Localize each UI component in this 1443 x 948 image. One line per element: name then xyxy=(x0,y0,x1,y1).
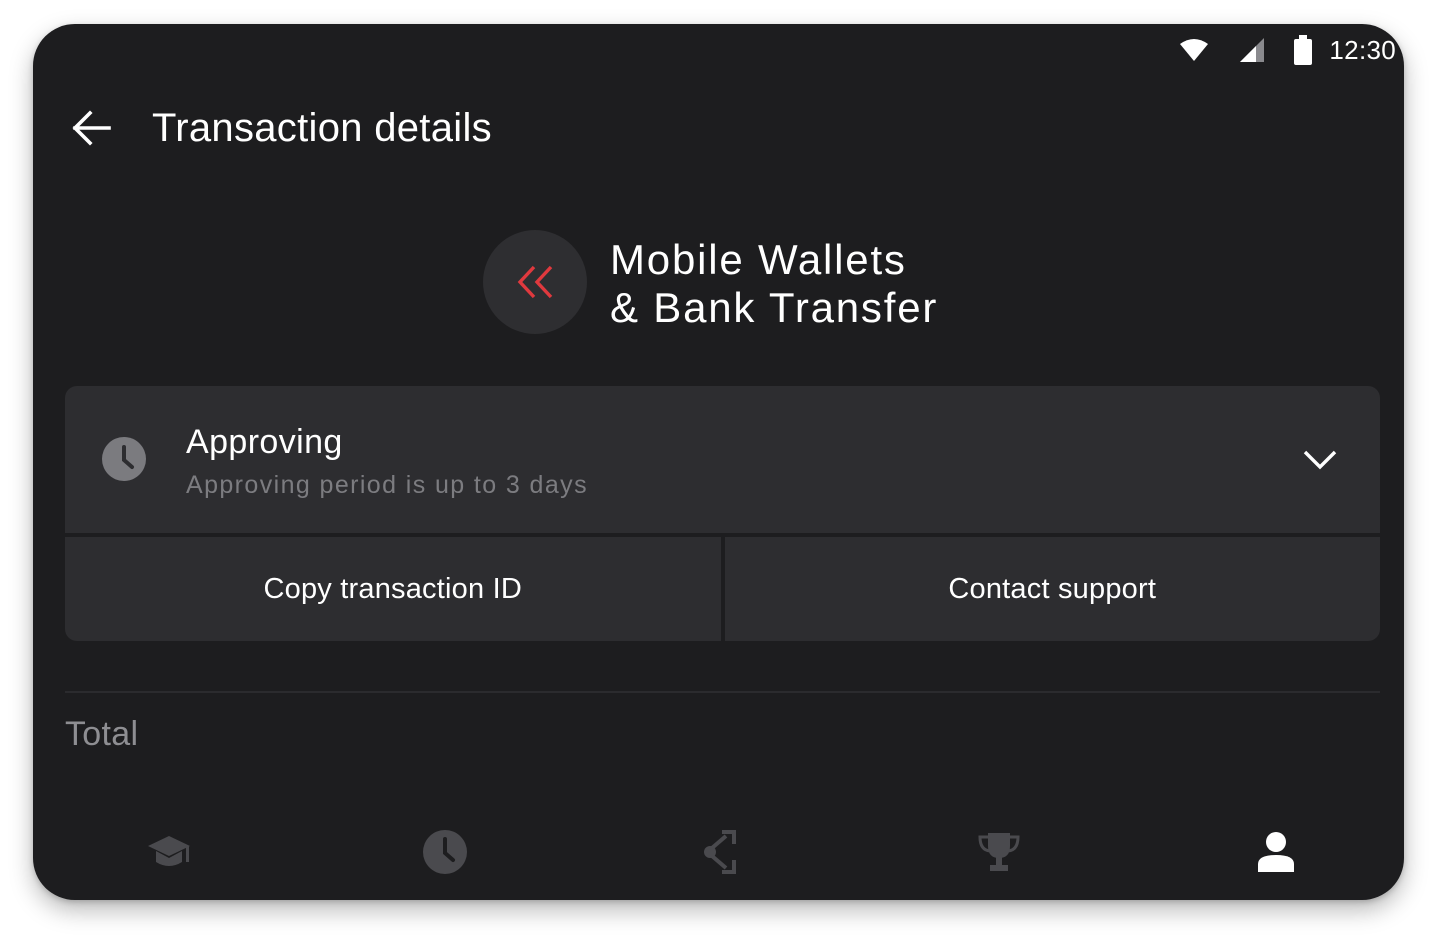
nav-item-profile[interactable] xyxy=(1244,824,1308,880)
status-title: Approving xyxy=(186,423,343,461)
nav-item-tournaments[interactable] xyxy=(967,824,1031,880)
user-icon xyxy=(1258,832,1294,872)
chevron-down-icon[interactable] xyxy=(1300,442,1340,478)
nav-item-education[interactable] xyxy=(137,824,201,880)
nav-item-share[interactable] xyxy=(690,824,754,880)
copy-transaction-id-button[interactable]: Copy transaction ID xyxy=(65,537,721,641)
status-bar: 12:30 xyxy=(1179,30,1396,70)
nav-item-history[interactable] xyxy=(413,824,477,880)
method-title: Mobile Wallets & Bank Transfer xyxy=(610,236,938,332)
double-chevron-left-icon xyxy=(517,265,553,299)
method-title-line1: Mobile Wallets xyxy=(610,236,907,283)
method-title-line2: & Bank Transfer xyxy=(610,284,939,331)
divider xyxy=(65,691,1380,693)
status-time: 12:30 xyxy=(1329,34,1396,65)
bottom-nav xyxy=(33,824,1404,884)
wifi-icon xyxy=(1179,38,1209,62)
contact-support-button[interactable]: Contact support xyxy=(724,537,1380,641)
total-label: Total xyxy=(65,715,139,753)
back-button[interactable] xyxy=(67,106,115,150)
action-buttons: Copy transaction ID Contact support xyxy=(65,537,1380,641)
cellular-signal-icon xyxy=(1239,37,1265,63)
app-bar: Transaction details xyxy=(33,96,1404,160)
clock-icon xyxy=(102,437,146,486)
arrow-left-icon xyxy=(72,110,111,146)
battery-icon xyxy=(1293,35,1313,65)
page-title: Transaction details xyxy=(152,106,492,150)
graduation-cap-icon xyxy=(148,836,190,866)
clock-icon xyxy=(423,830,467,874)
device-screen: 12:30 Transaction details Mobile Wallets… xyxy=(33,24,1404,900)
method-avatar xyxy=(483,230,587,334)
status-subtitle: Approving period is up to 3 days xyxy=(186,471,588,499)
share-icon xyxy=(704,830,736,874)
trophy-icon xyxy=(978,833,1020,871)
status-card[interactable]: Approving Approving period is up to 3 da… xyxy=(65,386,1380,533)
